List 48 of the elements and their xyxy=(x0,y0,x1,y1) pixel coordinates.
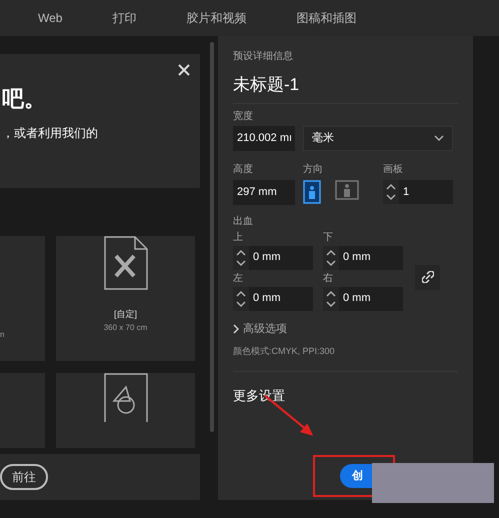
portrait-orientation-icon[interactable] xyxy=(303,180,321,204)
stepper-icon[interactable] xyxy=(326,288,336,308)
color-mode-info: 颜色模式:CMYK, PPI:300 xyxy=(233,345,458,372)
bleed-field[interactable]: 0 mm xyxy=(233,246,313,270)
create-button[interactable]: 创 xyxy=(340,464,372,488)
stepper-icon[interactable] xyxy=(236,248,246,268)
document-name: 未标题-1 xyxy=(233,72,458,104)
stepper-icon[interactable] xyxy=(326,248,336,268)
preset-tile[interactable]: n xyxy=(0,236,45,361)
preset-size: 360 x 70 cm xyxy=(104,322,148,334)
field-label: 出血 xyxy=(233,216,254,226)
preset-tile[interactable] xyxy=(56,373,195,448)
artboards-field[interactable]: 1 xyxy=(383,180,453,204)
field-label: 高度 xyxy=(233,164,254,174)
preset-tile[interactable]: [自定] 360 x 70 cm xyxy=(56,236,195,361)
go-button[interactable]: 前往 xyxy=(0,464,48,490)
bleed-field[interactable]: 0 mm xyxy=(323,286,403,310)
field-label: 画板 xyxy=(383,164,403,174)
tab[interactable]: Web xyxy=(38,9,62,27)
width-field[interactable]: 210.002 mı xyxy=(233,126,295,150)
link-icon xyxy=(422,271,434,283)
bleed-field[interactable]: 0 mm xyxy=(323,246,403,270)
height-field[interactable]: 297 mm xyxy=(233,180,295,204)
tab[interactable]: 图稿和插图 xyxy=(296,9,356,27)
field-label: 方向 xyxy=(303,164,324,174)
section-title: 预设详细信息 xyxy=(233,52,294,62)
advanced-options-toggle[interactable]: 高级选项 xyxy=(233,320,458,337)
link-button[interactable] xyxy=(415,264,440,290)
welcome-heading: 吧。 xyxy=(2,88,47,110)
welcome-text: ，或者利用我们的 xyxy=(2,125,99,142)
scrollbar[interactable] xyxy=(210,42,214,432)
field-label: 左 xyxy=(233,274,244,284)
field-label: 上 xyxy=(233,232,244,242)
field-label: 右 xyxy=(323,274,334,284)
field-label: 宽度 xyxy=(233,112,254,122)
preset-size: n xyxy=(0,329,4,341)
chevron-right-icon xyxy=(233,324,239,334)
bleed-field[interactable]: 0 mm xyxy=(233,286,313,310)
close-icon[interactable] xyxy=(178,64,190,76)
document-shapes-icon xyxy=(104,373,148,423)
stepper-icon[interactable] xyxy=(236,288,246,308)
field-label: 下 xyxy=(323,232,334,242)
stepper-icon[interactable] xyxy=(386,182,396,202)
chevron-down-icon xyxy=(434,135,444,141)
tab[interactable]: 胶片和视频 xyxy=(186,9,246,27)
preset-name: [自定] xyxy=(114,308,137,321)
unit-dropdown[interactable]: 毫米 xyxy=(303,126,453,150)
tab[interactable]: 打印 xyxy=(112,9,136,27)
